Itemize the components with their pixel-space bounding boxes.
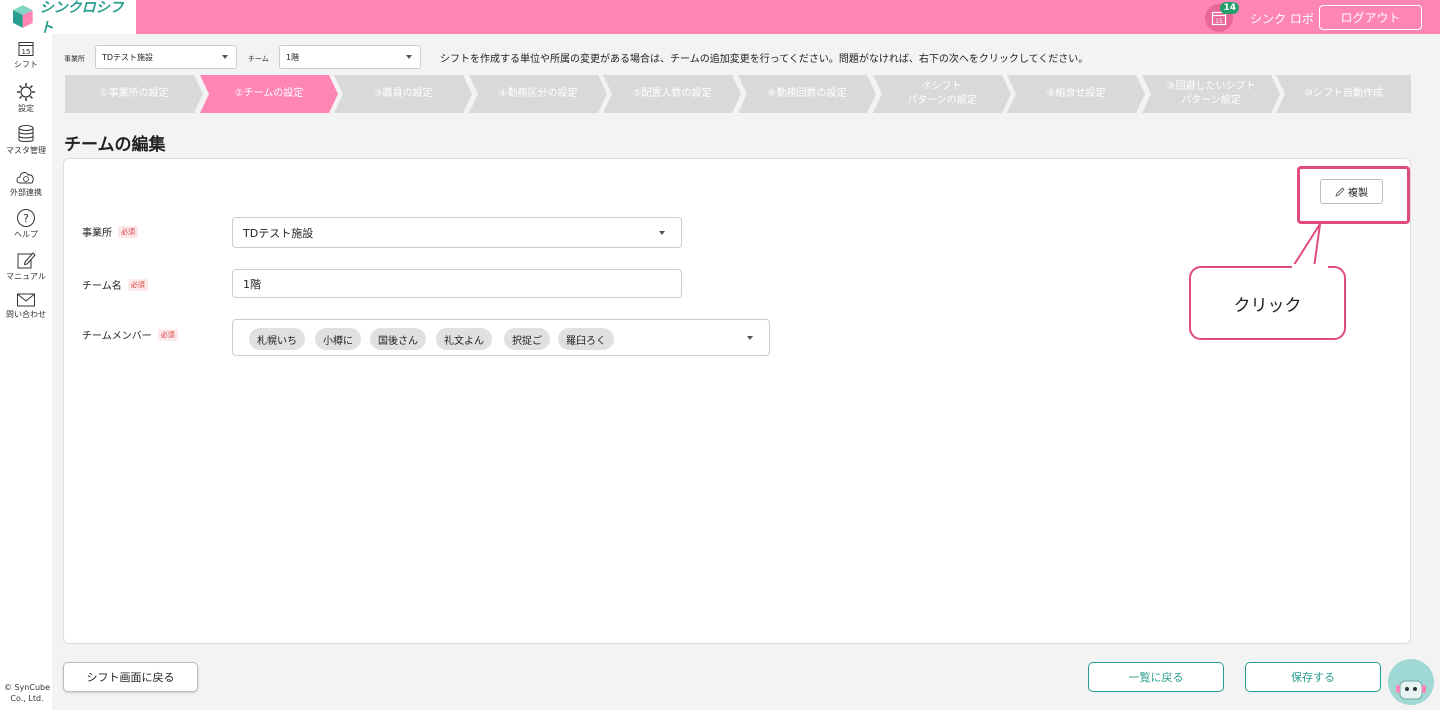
copyright: © SynCube Co., Ltd. [3,683,51,703]
team-filter-value: 1階 [286,52,300,62]
step-7[interactable]: ⑦シフト パターンの設定 [873,75,1011,113]
callout-joint [1292,264,1328,270]
step-10[interactable]: ⑩シフト自動作成 [1276,75,1411,113]
team-members-label-text: チームメンバー [82,331,152,342]
user-name: シンク ロボ [1250,12,1314,26]
help-icon: ? [17,209,35,227]
member-chip[interactable]: 羅臼ろく [558,328,614,350]
office-select[interactable]: TDテスト施設 [232,217,682,248]
step-wizard: ①事業所の設定 ②チームの設定 ③職員の設定 ④勤務区分の設定 ⑤配置人数の設定 ⑥勤務回… [65,75,1411,113]
edit-icon [17,252,36,269]
click-callout: クリック [1189,266,1346,340]
required-badge: 必須 [127,278,148,291]
step-label: ⑧組合せ設定 [1046,88,1106,99]
back-to-list-button[interactable]: 一覧に戻る [1088,662,1224,692]
member-chip[interactable]: 小樽に [315,328,361,350]
team-name-label-text: チーム名 [82,281,122,292]
office-field-label-text: 事業所 [82,228,112,239]
mail-icon [17,293,35,307]
cloud-sync-icon [16,172,34,184]
sidebar: 15 シフト 設定 マスタ管理 外部連携 ? ヘルプ マニュアル 問い合わせ [0,34,52,710]
gear-icon [17,83,35,101]
team-filter-label: チーム [248,55,269,63]
calendar-icon: 15 [18,42,34,56]
callout-pointer [1291,223,1321,269]
team-name-label: チーム名 必須 [82,277,148,292]
team-filter-select[interactable]: 1階 [279,45,421,69]
app-name: シンクロシフト [39,0,124,36]
step-label: ⑥勤務回数の設定 [767,88,847,99]
sidebar-item-label: 問い合わせ [6,310,46,319]
sidebar-item-contact[interactable]: 問い合わせ [0,292,52,320]
required-badge: 必須 [118,225,138,238]
step-5[interactable]: ⑤配置人数の設定 [603,75,741,113]
sidebar-item-integration[interactable]: 外部連携 [0,168,52,198]
svg-text:?: ? [23,212,29,225]
office-select-value: TDテスト施設 [243,226,314,240]
assistant-robot-icon[interactable] [1388,659,1434,705]
office-filter-value: TDテスト施設 [102,52,154,62]
save-button[interactable]: 保存する [1245,662,1381,692]
member-chip[interactable]: 択捉ご [504,328,550,350]
sidebar-item-help[interactable]: ? ヘルプ [0,208,52,240]
sidebar-item-label: マスタ管理 [6,146,46,155]
robot-icon [1396,680,1426,700]
step-label: ⑩シフト自動作成 [1304,88,1383,99]
app-logo[interactable]: シンクロシフト [0,0,136,36]
team-name-value: 1階 [243,277,261,291]
office-field-label: 事業所 必須 [82,224,138,239]
step-8[interactable]: ⑧組合せ設定 [1007,75,1145,113]
sidebar-item-settings[interactable]: 設定 [0,82,52,114]
sidebar-item-label: マニュアル [6,272,46,281]
member-chip[interactable]: 国後さん [370,328,426,350]
chevron-down-icon [747,335,753,340]
step-3[interactable]: ③職員の設定 [334,75,472,113]
instruction-notice: シフトを作成する単位や所属の変更がある場合は、チームの追加変更を行ってください。… [440,54,1089,65]
step-9[interactable]: ⑨回避したいシフト パターン設定 [1142,75,1280,113]
callout-text: クリック [1233,295,1302,316]
required-badge: 必須 [157,328,178,341]
svg-text:15: 15 [1215,18,1223,25]
logo-cube-icon [12,5,33,28]
back-to-shift-button[interactable]: シフト画面に戻る [63,662,198,692]
office-filter-select[interactable]: TDテスト施設 [95,45,237,69]
team-name-input[interactable]: 1階 [232,269,682,298]
sidebar-item-label: 設定 [18,104,34,113]
sidebar-item-manual[interactable]: マニュアル [0,250,52,282]
team-members-select[interactable]: 札幌いち 小樽に 国後さん 礼文よん 択捉ご 羅臼ろく [232,319,770,356]
step-label: ⑨回避したいシフト パターン設定 [1166,81,1256,106]
chevron-down-icon [659,230,665,235]
sidebar-item-master[interactable]: マスタ管理 [0,124,52,156]
notification-calendar[interactable]: 15 14 [1205,2,1239,32]
copy-button-highlight [1297,166,1410,224]
office-filter-label: 事業所 [64,55,85,63]
step-label: ③職員の設定 [373,88,433,99]
step-label: ⑦シフト パターンの設定 [907,81,977,106]
svg-text:15: 15 [22,48,31,56]
sidebar-item-shift[interactable]: 15 シフト [0,40,52,70]
step-label: ②チームの設定 [234,88,304,99]
step-label: ⑤配置人数の設定 [632,88,712,99]
top-bar: シンクロシフト 15 14 シンク ロボ ログアウト [0,0,1440,36]
team-members-label: チームメンバー 必須 [82,327,178,342]
member-chip[interactable]: 札幌いち [249,328,305,350]
notification-count: 14 [1220,2,1239,14]
step-label: ①事業所の設定 [99,88,169,99]
step-1[interactable]: ①事業所の設定 [65,75,203,113]
sidebar-item-label: 外部連携 [10,188,42,197]
logout-button[interactable]: ログアウト [1319,5,1422,30]
page-title: チームの編集 [64,135,166,155]
chevron-down-icon [406,55,412,59]
chevron-down-icon [222,55,228,59]
sidebar-item-label: シフト [14,60,38,69]
sidebar-item-label: ヘルプ [14,230,38,239]
step-label: ④勤務区分の設定 [498,88,578,99]
step-6[interactable]: ⑥勤務回数の設定 [738,75,876,113]
step-4[interactable]: ④勤務区分の設定 [469,75,607,113]
member-chip[interactable]: 礼文よん [436,328,492,350]
database-icon [18,125,34,142]
step-2[interactable]: ②チームの設定 [200,75,338,113]
